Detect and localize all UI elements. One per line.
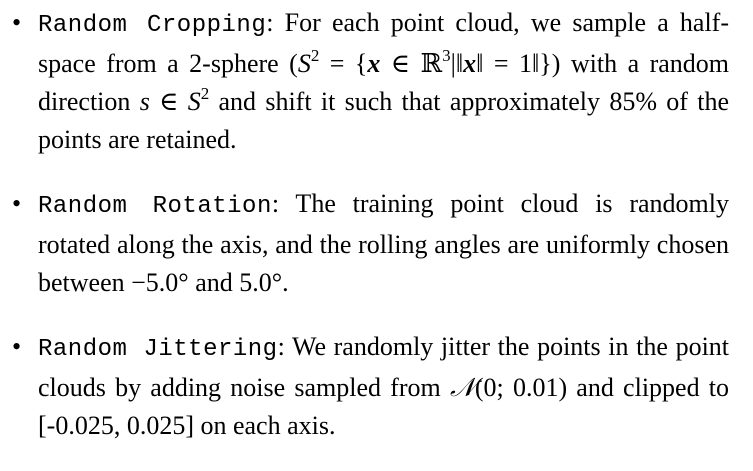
math-norm-close: ‖ = 1‖}) (476, 49, 561, 78)
math-normal: 𝒩 (449, 373, 475, 403)
math-norm-open: |‖ (450, 49, 464, 78)
math-in-r: ∈ ℝ (380, 49, 443, 78)
math-r-exp: 3 (442, 46, 451, 65)
term-random-rotation: Random Rotation (38, 193, 272, 220)
rotation-text-b: and (188, 268, 240, 297)
list-item-random-rotation: • Random Rotation: The training point cl… (0, 185, 753, 302)
math-neg-angle: −5.0° (131, 268, 189, 297)
rotation-text-c: . (282, 268, 289, 297)
math-normal-args: (0; 0.01) (474, 373, 568, 402)
term-separator: : (277, 332, 285, 361)
math-s: s (139, 87, 150, 116)
bullet-icon: • (12, 332, 22, 361)
math-S2: S (187, 87, 201, 116)
math-eq: = { (319, 49, 368, 78)
augmentation-list: • Random Cropping: For each point cloud,… (0, 4, 753, 471)
math-sphere: S (297, 49, 311, 78)
bullet-icon: • (12, 189, 22, 218)
math-in-2: ∈ (149, 87, 188, 116)
math-pos-angle: 5.0° (239, 268, 283, 297)
math-percent: 85% (609, 87, 657, 116)
term-random-jittering: Random Jittering (38, 336, 278, 363)
cropping-text-c: and shift it such that approximately (209, 87, 610, 116)
list-item-random-jittering: • Random Jittering: We randomly jitter t… (0, 328, 753, 445)
math-x2: x (463, 49, 477, 78)
bullet-icon: • (12, 8, 22, 37)
term-separator: : (271, 189, 280, 218)
math-S2-exp: 2 (200, 84, 210, 103)
math-x1: x (367, 49, 381, 78)
list-item-random-cropping: • Random Cropping: For each point cloud,… (0, 4, 753, 159)
paper-page: • Random Cropping: For each point cloud,… (0, 0, 753, 440)
term-random-cropping: Random Cropping (38, 12, 267, 39)
